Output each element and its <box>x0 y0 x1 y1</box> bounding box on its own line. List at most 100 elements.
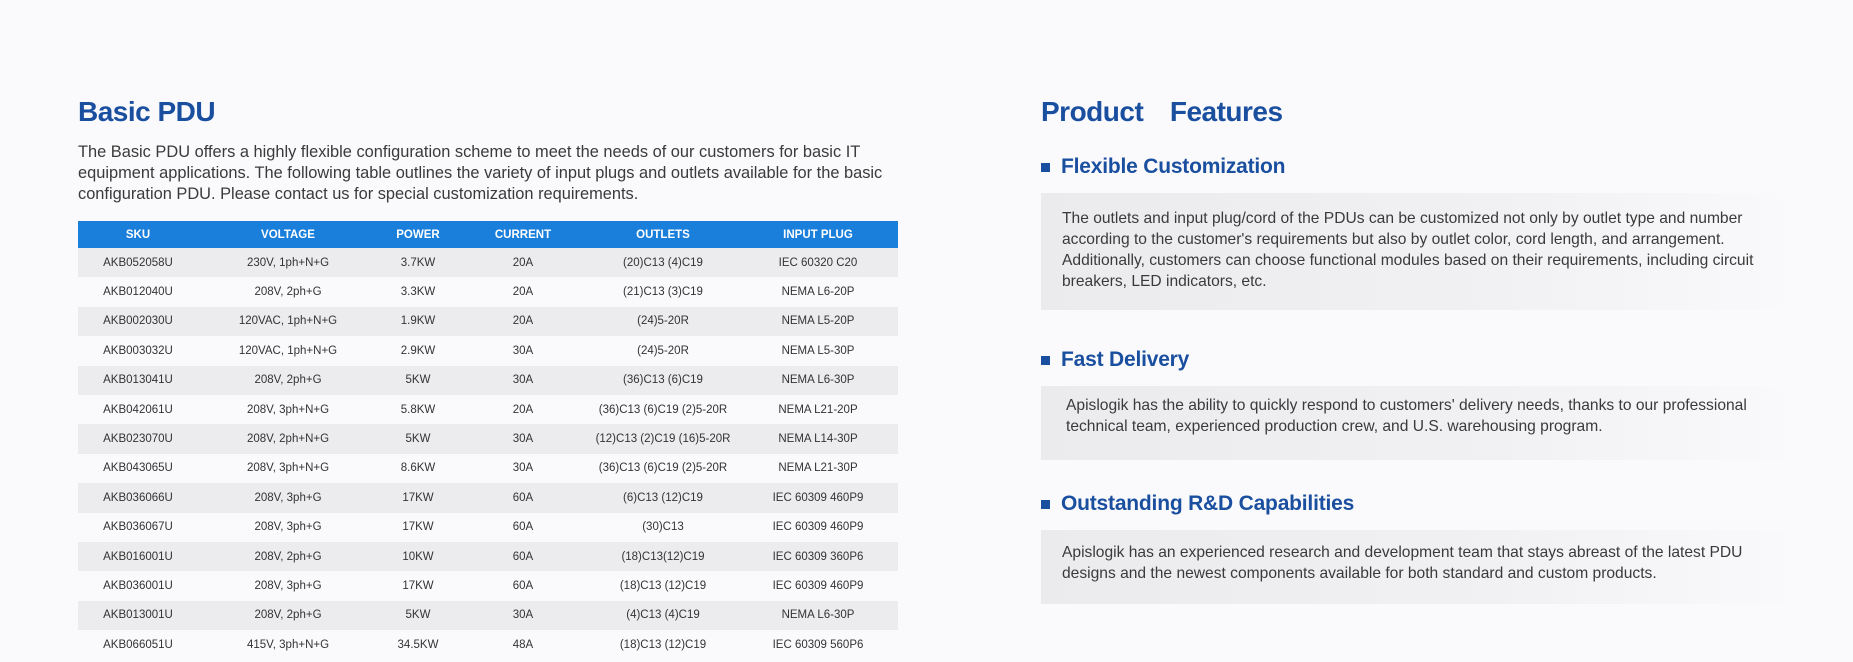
cell-voltage: 208V, 2ph+N+G <box>198 424 378 454</box>
cell-power: 2.9KW <box>378 336 458 366</box>
product-features-section: Product Features Flexible Customization … <box>1041 96 1821 604</box>
cell-input-plug: NEMA L6-30P <box>738 600 898 631</box>
cell-outlets: (18)C13 (12)C19 <box>588 630 738 660</box>
col-header-power: POWER <box>378 221 458 248</box>
feature-heading: Outstanding R&D Capabilities <box>1061 492 1355 515</box>
cell-outlets: (36)C13 (6)C19 <box>588 365 738 395</box>
cell-voltage: 208V, 3ph+G <box>198 512 378 542</box>
col-header-input-plug: INPUT PLUG <box>738 221 898 248</box>
cell-sku: AKB066051U <box>78 630 198 660</box>
cell-power: 5KW <box>378 424 458 454</box>
cell-voltage: 208V, 3ph+N+G <box>198 453 378 484</box>
cell-voltage: 120VAC, 1ph+N+G <box>198 336 378 366</box>
cell-input-plug: NEMA L14-30P <box>738 424 898 454</box>
cell-sku: AKB002030U <box>78 306 198 337</box>
cell-power: 8.6KW <box>378 453 458 484</box>
cell-current: 30A <box>458 336 588 366</box>
cell-outlets: (20)C13 (4)C19 <box>588 248 738 278</box>
cell-voltage: 208V, 3ph+G <box>198 483 378 513</box>
cell-outlets: (12)C13 (2)C19 (16)5-20R <box>588 424 738 454</box>
cell-outlets: (18)C13 (12)C19 <box>588 571 738 601</box>
cell-sku: AKB036066U <box>78 483 198 513</box>
feature-heading: Fast Delivery <box>1061 348 1190 371</box>
cell-power: 17KW <box>378 512 458 542</box>
square-bullet-icon <box>1041 162 1050 172</box>
cell-voltage: 208V, 2ph+G <box>198 365 378 395</box>
table-row: AKB042061U 208V, 3ph+N+G 5.8KW 20A (36)C… <box>78 394 898 425</box>
table-row: AKB013041U 208V, 2ph+G 5KW 30A (36)C13 (… <box>78 365 898 395</box>
table-row: AKB036066U 208V, 3ph+G 17KW 60A (6)C13 (… <box>78 483 898 513</box>
cell-power: 17KW <box>378 483 458 513</box>
cell-outlets: (24)5-20R <box>588 306 738 337</box>
cell-input-plug: IEC 60320 C20 <box>738 248 898 278</box>
table-header-row: SKU VOLTAGE POWER CURRENT OUTLETS INPUT … <box>78 221 898 248</box>
cell-outlets: (21)C13 (3)C19 <box>588 277 738 307</box>
feature-description: The outlets and input plug/cord of the P… <box>1041 193 1806 310</box>
cell-voltage: 415V, 3ph+N+G <box>198 630 378 660</box>
product-features-title: Product Features <box>1041 96 1283 127</box>
cell-current: 60A <box>458 483 588 513</box>
feature-heading-row: Fast Delivery <box>1041 345 1821 375</box>
table-row: AKB012040U 208V, 2ph+G 3.3KW 20A (21)C13… <box>78 277 898 307</box>
cell-voltage: 208V, 2ph+G <box>198 277 378 307</box>
cell-sku: AKB036001U <box>78 571 198 601</box>
feature-description: Apislogik has an experienced research an… <box>1041 530 1806 604</box>
feature-flexible-customization: Flexible Customization The outlets and i… <box>1041 152 1821 310</box>
feature-heading-row: Outstanding R&D Capabilities <box>1041 489 1821 519</box>
cell-power: 17KW <box>378 571 458 601</box>
table-row: AKB023070U 208V, 2ph+N+G 5KW 30A (12)C13… <box>78 424 898 454</box>
cell-voltage: 230V, 1ph+N+G <box>198 248 378 278</box>
pdu-spec-table: SKU VOLTAGE POWER CURRENT OUTLETS INPUT … <box>78 221 898 660</box>
cell-input-plug: NEMA L21-30P <box>738 453 898 484</box>
cell-outlets: (36)C13 (6)C19 (2)5-20R <box>588 394 738 425</box>
cell-voltage: 208V, 3ph+G <box>198 571 378 601</box>
cell-current: 60A <box>458 541 588 572</box>
cell-voltage: 120VAC, 1ph+N+G <box>198 306 378 337</box>
feature-heading: Flexible Customization <box>1061 155 1286 178</box>
cell-outlets: (6)C13 (12)C19 <box>588 483 738 513</box>
cell-sku: AKB003032U <box>78 336 198 366</box>
cell-input-plug: IEC 60309 360P6 <box>738 541 898 572</box>
table-row: AKB036001U 208V, 3ph+G 17KW 60A (18)C13 … <box>78 571 898 601</box>
cell-current: 20A <box>458 248 588 278</box>
cell-sku: AKB042061U <box>78 394 198 425</box>
basic-pdu-title: Basic PDU <box>78 96 216 127</box>
cell-power: 3.3KW <box>378 277 458 307</box>
basic-pdu-description: The Basic PDU offers a highly flexible c… <box>78 143 883 203</box>
cell-power: 1.9KW <box>378 306 458 337</box>
table-row: AKB036067U 208V, 3ph+G 17KW 60A (30)C13 … <box>78 512 898 542</box>
cell-current: 20A <box>458 306 588 337</box>
cell-sku: AKB013041U <box>78 365 198 395</box>
col-header-outlets: OUTLETS <box>588 221 738 248</box>
cell-voltage: 208V, 2ph+G <box>198 600 378 631</box>
cell-current: 20A <box>458 394 588 425</box>
cell-sku: AKB016001U <box>78 541 198 572</box>
cell-current: 60A <box>458 512 588 542</box>
cell-outlets: (24)5-20R <box>588 336 738 366</box>
cell-sku: AKB023070U <box>78 424 198 454</box>
feature-description: Apislogik has the ability to quickly res… <box>1041 386 1806 460</box>
basic-pdu-section: Basic PDU The Basic PDU offers a highly … <box>78 96 898 660</box>
cell-power: 34.5KW <box>378 630 458 660</box>
cell-voltage: 208V, 3ph+N+G <box>198 394 378 425</box>
col-header-current: CURRENT <box>458 221 588 248</box>
cell-current: 30A <box>458 424 588 454</box>
cell-power: 5KW <box>378 600 458 631</box>
cell-current: 30A <box>458 600 588 631</box>
col-header-sku: SKU <box>78 221 198 248</box>
cell-power: 5KW <box>378 365 458 395</box>
table-row: AKB016001U 208V, 2ph+G 10KW 60A (18)C13(… <box>78 541 898 572</box>
cell-power: 3.7KW <box>378 248 458 278</box>
feature-heading-row: Flexible Customization <box>1041 152 1821 182</box>
cell-input-plug: NEMA L5-30P <box>738 336 898 366</box>
cell-outlets: (4)C13 (4)C19 <box>588 600 738 631</box>
page: Basic PDU The Basic PDU offers a highly … <box>0 0 1853 662</box>
cell-current: 20A <box>458 277 588 307</box>
cell-input-plug: NEMA L5-20P <box>738 306 898 337</box>
cell-sku: AKB013001U <box>78 600 198 631</box>
cell-voltage: 208V, 2ph+G <box>198 541 378 572</box>
cell-input-plug: NEMA L6-20P <box>738 277 898 307</box>
table-row: AKB013001U 208V, 2ph+G 5KW 30A (4)C13 (4… <box>78 600 898 631</box>
feature-rd-capabilities: Outstanding R&D Capabilities Apislogik h… <box>1041 489 1821 604</box>
table-row: AKB052058U 230V, 1ph+N+G 3.7KW 20A (20)C… <box>78 248 898 278</box>
